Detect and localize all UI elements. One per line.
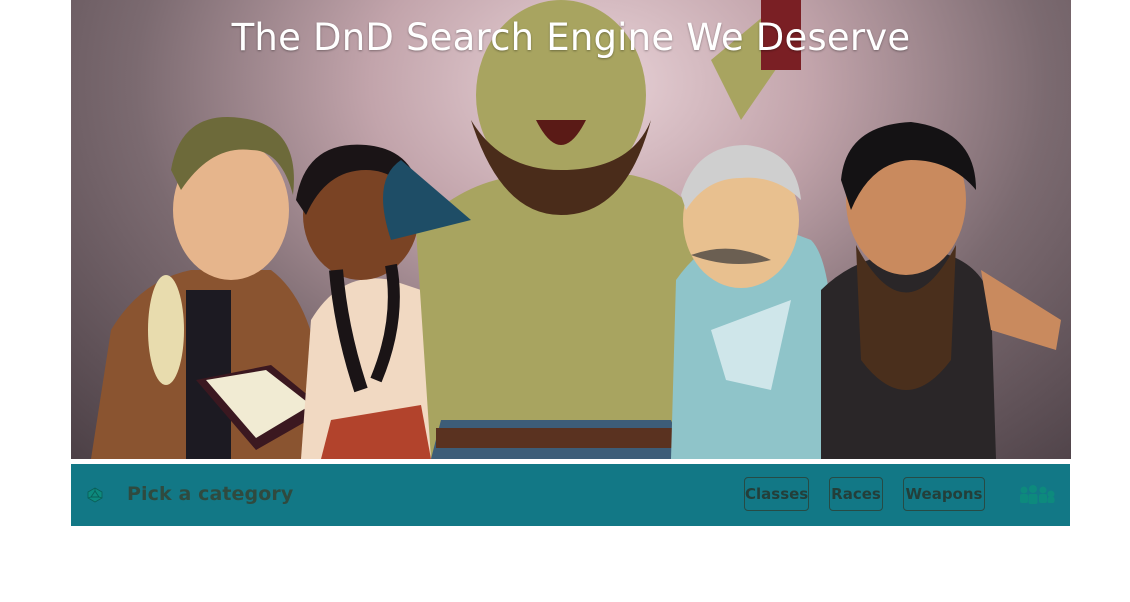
character-rogue <box>821 122 1061 459</box>
page-title: The DnD Search Engine We Deserve <box>231 16 911 59</box>
character-elf <box>91 117 331 459</box>
character-old-man <box>671 145 834 459</box>
hero-banner: The DnD Search Engine We Deserve <box>71 0 1071 459</box>
classes-button[interactable]: Classes <box>744 477 809 511</box>
party-icon[interactable] <box>1019 484 1055 504</box>
category-navbar: Pick a category Classes Races Weapons <box>71 464 1070 526</box>
hero-illustration <box>91 0 1061 459</box>
races-button[interactable]: Races <box>829 477 883 511</box>
d20-icon[interactable] <box>87 487 103 503</box>
weapons-button[interactable]: Weapons <box>903 477 985 511</box>
brand-label[interactable]: Pick a category <box>127 483 293 505</box>
